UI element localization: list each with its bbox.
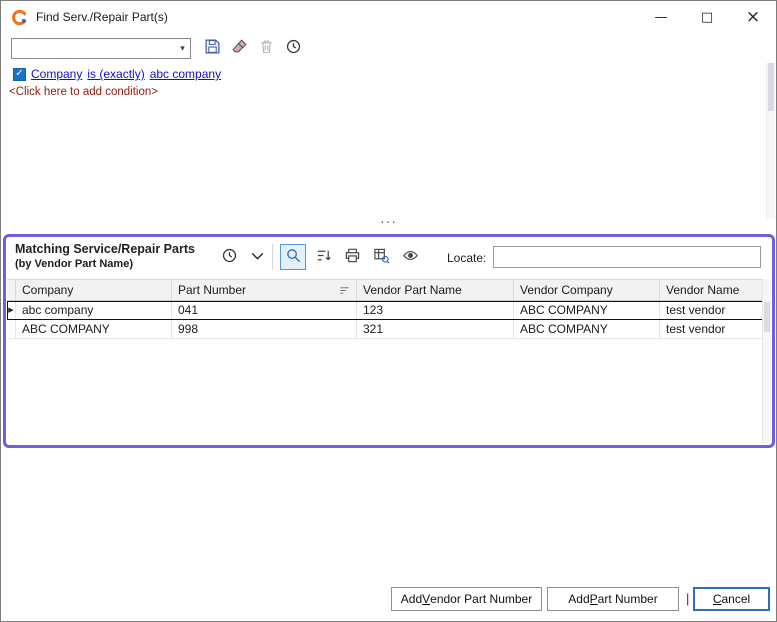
button-accesskey: C	[713, 592, 722, 606]
results-title: Matching Service/Repair Parts	[15, 242, 195, 256]
grid-header-row: Company Part Number Vendor Part Name Ven…	[7, 279, 771, 301]
titlebar[interactable]: Find Serv./Repair Part(s) — □ ×	[1, 1, 776, 33]
button-label-part: endor Part Number	[430, 592, 532, 606]
sort-indicator-icon	[339, 285, 350, 296]
clock-icon	[221, 247, 238, 267]
checkmark-icon: ✓	[15, 69, 23, 79]
search-in-results-button[interactable]	[368, 244, 394, 270]
sort-button[interactable]	[310, 244, 336, 270]
recent-filters-button[interactable]	[282, 37, 304, 59]
cell-vendor-company: ABC COMPANY	[514, 301, 660, 319]
find-parts-dialog: Find Serv./Repair Part(s) — □ × ▾	[0, 0, 777, 622]
saved-filter-combobox[interactable]: ▾	[11, 38, 191, 59]
results-grid: Company Part Number Vendor Part Name Ven…	[7, 279, 771, 444]
add-condition-link[interactable]: <Click here to add condition>	[9, 86, 158, 98]
eraser-icon	[231, 38, 248, 58]
delete-filter-button[interactable]	[255, 37, 277, 59]
results-expand-button[interactable]	[244, 244, 270, 270]
grid-scrollbar[interactable]	[762, 279, 771, 444]
button-divider: |	[686, 591, 689, 606]
button-label-part: ancel	[721, 592, 750, 606]
cancel-button[interactable]: Cancel	[693, 587, 770, 611]
row-selector-cell	[7, 320, 16, 338]
column-header-vendor-part-name[interactable]: Vendor Part Name	[357, 280, 514, 300]
printer-icon	[344, 247, 361, 267]
column-header-vendor-name[interactable]: Vendor Name	[660, 280, 771, 300]
results-subtitle: (by Vendor Part Name)	[15, 258, 133, 270]
preview-button[interactable]	[397, 244, 423, 270]
column-label: Vendor Part Name	[363, 283, 462, 297]
cell-vendor-name: test vendor	[660, 301, 771, 319]
button-accesskey: P	[590, 592, 598, 606]
cell-company: abc company	[16, 301, 172, 319]
cell-vendor-part-name: 123	[357, 301, 514, 319]
column-header-company[interactable]: Company	[16, 280, 172, 300]
table-row[interactable]: ABC COMPANY 998 321 ABC COMPANY test ven…	[7, 320, 771, 339]
column-label: Vendor Name	[666, 283, 739, 297]
results-history-button[interactable]	[216, 244, 242, 270]
app-logo-icon	[11, 9, 28, 26]
row-selector-header	[7, 280, 16, 300]
trash-icon	[258, 38, 275, 58]
conditions-scrollbar-thumb[interactable]	[768, 63, 774, 111]
results-panel: Matching Service/Repair Parts (by Vendor…	[3, 234, 775, 448]
eye-icon	[402, 247, 419, 267]
cell-vendor-company: ABC COMPANY	[514, 320, 660, 338]
magnifier-icon	[285, 247, 302, 267]
cell-company: ABC COMPANY	[16, 320, 172, 338]
cell-part-number: 041	[172, 301, 357, 319]
condition-field-link[interactable]: Company	[31, 67, 82, 81]
locate-input[interactable]	[493, 246, 761, 268]
cell-vendor-part-name: 321	[357, 320, 514, 338]
column-label: Company	[22, 283, 73, 297]
find-mode-button[interactable]	[280, 244, 306, 270]
save-filter-button[interactable]	[201, 37, 223, 59]
splitter-handle[interactable]: ···	[1, 216, 776, 228]
print-button[interactable]	[339, 244, 365, 270]
condition-value-link[interactable]: abc company	[150, 67, 221, 81]
filter-toolbar: ▾	[11, 37, 304, 59]
window-controls: — □ ×	[638, 1, 776, 33]
locate-label: Locate:	[447, 251, 486, 265]
clear-filter-button[interactable]	[228, 37, 250, 59]
maximize-button[interactable]: □	[684, 1, 730, 33]
row-selector-cell: ▶	[7, 301, 16, 319]
table-row[interactable]: ▶ abc company 041 123 ABC COMPANY test v…	[7, 301, 771, 320]
cell-part-number: 998	[172, 320, 357, 338]
condition-row: ✓ Company is (exactly) abc company	[9, 65, 754, 83]
minimize-button[interactable]: —	[638, 1, 684, 33]
grid-scrollbar-thumb[interactable]	[764, 302, 770, 332]
close-button[interactable]: ×	[730, 1, 776, 33]
button-label-part: Add	[568, 592, 589, 606]
saved-filter-input[interactable]	[12, 41, 175, 55]
window-title: Find Serv./Repair Part(s)	[36, 10, 168, 24]
toolbar-divider	[272, 244, 273, 270]
save-icon	[204, 38, 221, 58]
grid-search-icon	[373, 247, 390, 267]
clock-icon	[285, 38, 302, 58]
add-part-number-button[interactable]: Add Part Number	[547, 587, 679, 611]
column-label: Part Number	[178, 283, 246, 297]
sort-icon	[315, 247, 332, 267]
condition-checkbox[interactable]: ✓	[13, 68, 26, 81]
column-header-part-number[interactable]: Part Number	[172, 280, 357, 300]
conditions-scrollbar[interactable]	[766, 63, 775, 219]
condition-operator-link[interactable]: is (exactly)	[87, 67, 144, 81]
add-vendor-part-number-button[interactable]: Add Vendor Part Number	[391, 587, 542, 611]
button-label-part: Add	[401, 592, 422, 606]
filter-conditions-panel: ✓ Company is (exactly) abc company <Clic…	[9, 65, 754, 98]
column-label: Vendor Company	[520, 283, 613, 297]
button-label-part: art Number	[598, 592, 658, 606]
cell-vendor-name: test vendor	[660, 320, 771, 338]
combobox-dropdown-icon[interactable]: ▾	[175, 39, 190, 58]
chevron-down-icon	[249, 247, 266, 267]
current-row-marker-icon: ▶	[8, 307, 13, 314]
button-accesskey: V	[422, 592, 430, 606]
column-header-vendor-company[interactable]: Vendor Company	[514, 280, 660, 300]
